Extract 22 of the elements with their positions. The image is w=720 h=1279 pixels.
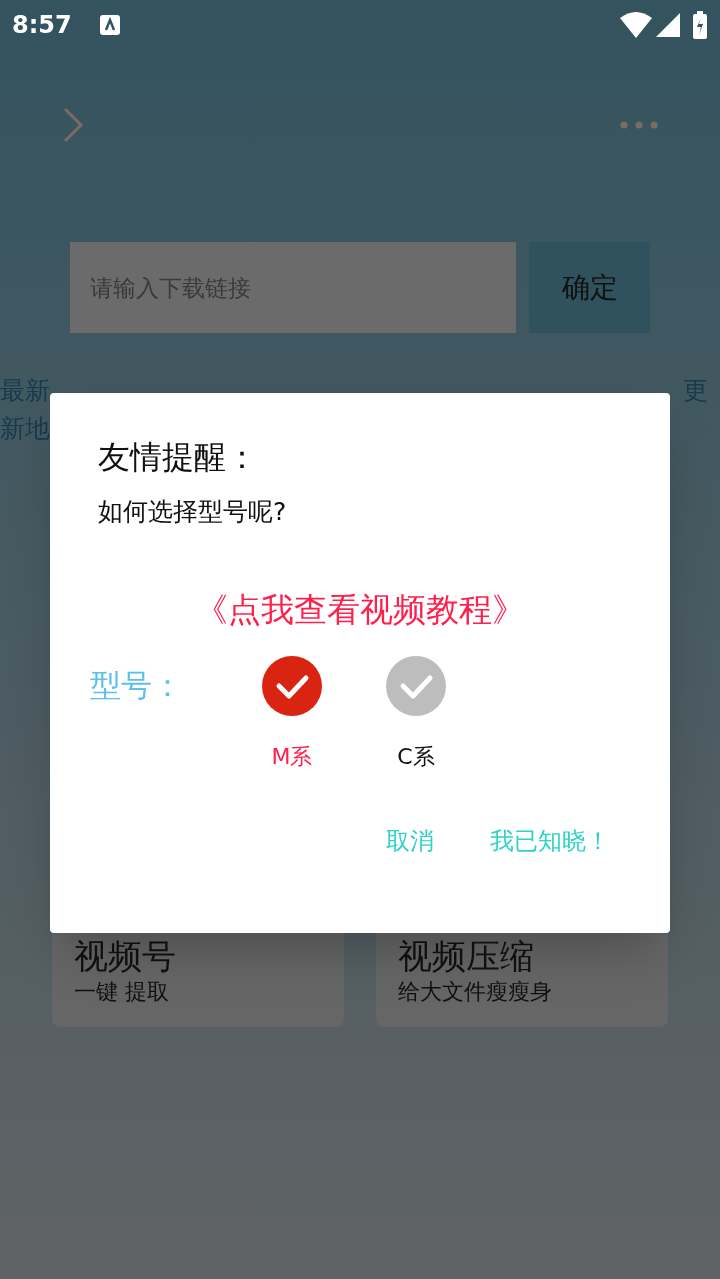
option-label[interactable]: M系 <box>271 740 313 773</box>
wifi-icon <box>620 12 652 38</box>
card-title: 视频压缩 <box>398 935 535 977</box>
chevron-right-icon[interactable] <box>62 107 84 143</box>
dialog-button[interactable]: 取消 <box>386 823 434 859</box>
signal-icon <box>656 13 680 37</box>
dialog-button[interactable]: 我已知晓！ <box>490 823 610 859</box>
confirm-button[interactable]: 确定 <box>529 242 650 333</box>
dialog-title: 友情提醒： <box>98 437 259 478</box>
card-subtitle: 给大文件瘦瘦身 <box>398 978 553 1006</box>
dialog-question: 如何选择型号呢? <box>98 496 288 528</box>
option-label[interactable]: C系 <box>397 740 435 773</box>
model-label: 型号： <box>90 666 184 705</box>
status-time: 8:57 <box>12 10 72 41</box>
card-title: 视频号 <box>74 935 177 977</box>
check-circle-icon[interactable] <box>386 656 446 716</box>
notification-icon <box>99 15 120 35</box>
battery-icon <box>692 11 708 39</box>
video-tutorial-link[interactable]: 《点我查看视频教程》 <box>195 584 525 634</box>
card-subtitle: 一键 提取 <box>74 978 170 1006</box>
check-circle-icon[interactable] <box>262 656 322 716</box>
more-icon[interactable] <box>620 121 658 129</box>
